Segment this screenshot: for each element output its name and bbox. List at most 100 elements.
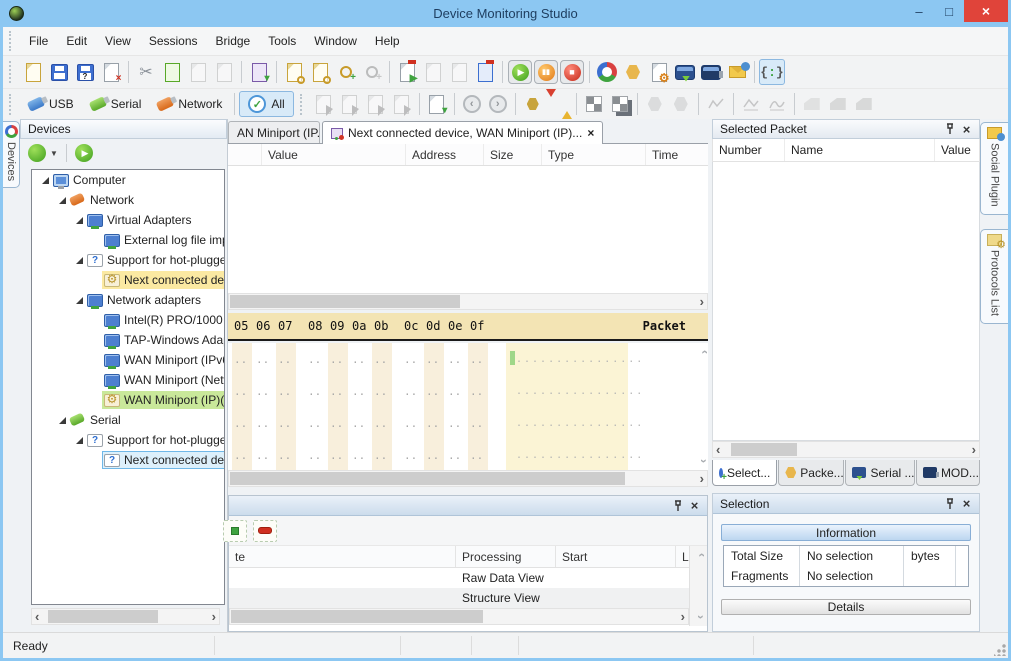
hex-cell[interactable]: ..: [374, 417, 387, 430]
scroll-right-icon[interactable]: ›: [700, 295, 704, 308]
new-file-button[interactable]: [20, 59, 46, 85]
new-session-button[interactable]: [594, 59, 620, 85]
console-view-button[interactable]: [672, 59, 698, 85]
tree-item-serial[interactable]: Serial: [32, 410, 224, 430]
column-number[interactable]: Number: [713, 139, 785, 161]
scroll-up-icon[interactable]: ›: [697, 350, 708, 354]
hex-cell[interactable]: ..: [426, 353, 439, 366]
details-expander[interactable]: Details: [721, 599, 971, 615]
hex-cell[interactable]: ..: [404, 353, 417, 366]
tab-close-icon[interactable]: ×: [587, 126, 594, 140]
save-dump-button[interactable]: ▾: [424, 91, 450, 117]
save-as-button[interactable]: [72, 59, 98, 85]
start-device-button[interactable]: ▶: [75, 144, 93, 162]
tree-item-virtual-adapters[interactable]: Virtual Adapters: [32, 210, 224, 230]
area-export-1-button[interactable]: [799, 91, 825, 117]
close-file-button[interactable]: ×: [98, 59, 124, 85]
select-view-3-button[interactable]: [363, 91, 389, 117]
raw-data-script-button[interactable]: {:}: [759, 59, 785, 85]
hex-cell[interactable]: ..: [448, 449, 461, 462]
new-device-session-button[interactable]: [28, 144, 46, 162]
nav-forward-button[interactable]: ›: [485, 91, 511, 117]
menu-help[interactable]: Help: [366, 28, 409, 54]
hex-cell[interactable]: ..: [374, 449, 387, 462]
hex-cell[interactable]: ..: [404, 449, 417, 462]
scroll-left-icon[interactable]: ‹: [35, 610, 39, 623]
hex-cell[interactable]: ..: [448, 353, 461, 366]
hex-view-scrollbar[interactable]: ›: [228, 470, 708, 487]
hex-cell[interactable]: ..: [308, 385, 321, 398]
hex-cell[interactable]: ..: [278, 353, 291, 366]
hex-cell[interactable]: ..: [426, 385, 439, 398]
all-devices-button[interactable]: ✓All: [239, 91, 293, 117]
hex-cell[interactable]: ..: [256, 385, 269, 398]
menu-tools[interactable]: Tools: [259, 28, 305, 54]
select-view-1-button[interactable]: [311, 91, 337, 117]
scroll-right-icon[interactable]: ›: [700, 472, 704, 485]
packet-list[interactable]: [228, 166, 708, 293]
hex-cell[interactable]: ..: [470, 449, 483, 462]
hex-cell[interactable]: ..: [374, 385, 387, 398]
menu-sessions[interactable]: Sessions: [140, 28, 207, 54]
tree-item-next-connected-serial[interactable]: Next connected device: [32, 450, 224, 470]
hex-view-body[interactable]: › › ....................................…: [228, 343, 708, 470]
hex-cell[interactable]: ..: [470, 353, 483, 366]
hex-cell[interactable]: ..: [234, 353, 247, 366]
tree-item-hotplug-serial[interactable]: Support for hot-plugged dev: [32, 430, 224, 450]
split-chart-button[interactable]: [703, 91, 729, 117]
packet-filter-next-button[interactable]: [446, 59, 472, 85]
find-in-file-button[interactable]: [281, 59, 307, 85]
column-address[interactable]: Address: [406, 144, 484, 165]
column-value[interactable]: Value: [262, 144, 406, 165]
dock-tab-packets[interactable]: Packe...: [778, 460, 844, 486]
protocols-list-edge-tab[interactable]: Protocols List: [980, 229, 1008, 324]
tree-item-network[interactable]: Network: [32, 190, 224, 210]
tree-item-hotplug-network[interactable]: Support for hot-plugged de: [32, 250, 224, 270]
hex-cell[interactable]: ..: [404, 385, 417, 398]
expander-icon[interactable]: [74, 257, 85, 264]
processing-vertical-scrollbar[interactable]: › ›: [689, 546, 707, 626]
stop-monitoring-button[interactable]: ■: [559, 59, 585, 85]
send-feedback-button[interactable]: [724, 59, 750, 85]
serial-button[interactable]: Serial: [82, 91, 150, 117]
column-start[interactable]: Start: [556, 546, 676, 567]
hex-cell[interactable]: ..: [426, 449, 439, 462]
pin-icon[interactable]: [941, 122, 958, 137]
column-size[interactable]: Size: [484, 144, 542, 165]
session-tab-active[interactable]: Next connected device, WAN Miniport (IP)…: [322, 121, 603, 144]
packet-filter-prev-button[interactable]: [420, 59, 446, 85]
line-chart-2-button[interactable]: [764, 91, 790, 117]
hex-cell[interactable]: ..: [374, 353, 387, 366]
expander-icon[interactable]: [74, 437, 85, 444]
close-button[interactable]: ×: [964, 0, 1008, 22]
start-monitoring-button[interactable]: ▶: [507, 59, 533, 85]
save-packet-filter-button[interactable]: [472, 59, 498, 85]
tree-item-wan-ipv6[interactable]: WAN Miniport (IPv6)(WAN: [32, 350, 224, 370]
expander-icon[interactable]: [40, 177, 51, 184]
hex-cell[interactable]: ..: [278, 417, 291, 430]
new-data-watch-button[interactable]: [333, 59, 359, 85]
column-value[interactable]: Value: [935, 139, 979, 161]
tree-item-computer[interactable]: Computer: [32, 170, 224, 190]
pin-icon[interactable]: [669, 498, 686, 513]
social-plugin-edge-tab[interactable]: Social Plugin: [980, 122, 1008, 215]
menu-file[interactable]: File: [20, 28, 57, 54]
save-button[interactable]: [46, 59, 72, 85]
hex-cell[interactable]: ..: [352, 417, 365, 430]
hex-cell[interactable]: ..: [352, 449, 365, 462]
minimize-button[interactable]: –: [904, 0, 934, 22]
copy-button[interactable]: [159, 59, 185, 85]
hex-cell[interactable]: ..: [352, 353, 365, 366]
usb-button[interactable]: USB: [20, 91, 82, 117]
menu-view[interactable]: View: [96, 28, 140, 54]
scroll-right-icon[interactable]: ›: [212, 610, 216, 623]
column-name[interactable]: Name: [785, 139, 935, 161]
devices-edge-tab[interactable]: Devices: [3, 121, 20, 188]
information-expander[interactable]: Information: [721, 524, 971, 541]
hex-cell[interactable]: ..: [330, 385, 343, 398]
column-state[interactable]: te: [229, 546, 456, 567]
hex-cell[interactable]: ..: [352, 385, 365, 398]
expander-icon[interactable]: [74, 297, 85, 304]
column-length[interactable]: Len: [676, 546, 689, 567]
hex-cell[interactable]: ..: [256, 449, 269, 462]
